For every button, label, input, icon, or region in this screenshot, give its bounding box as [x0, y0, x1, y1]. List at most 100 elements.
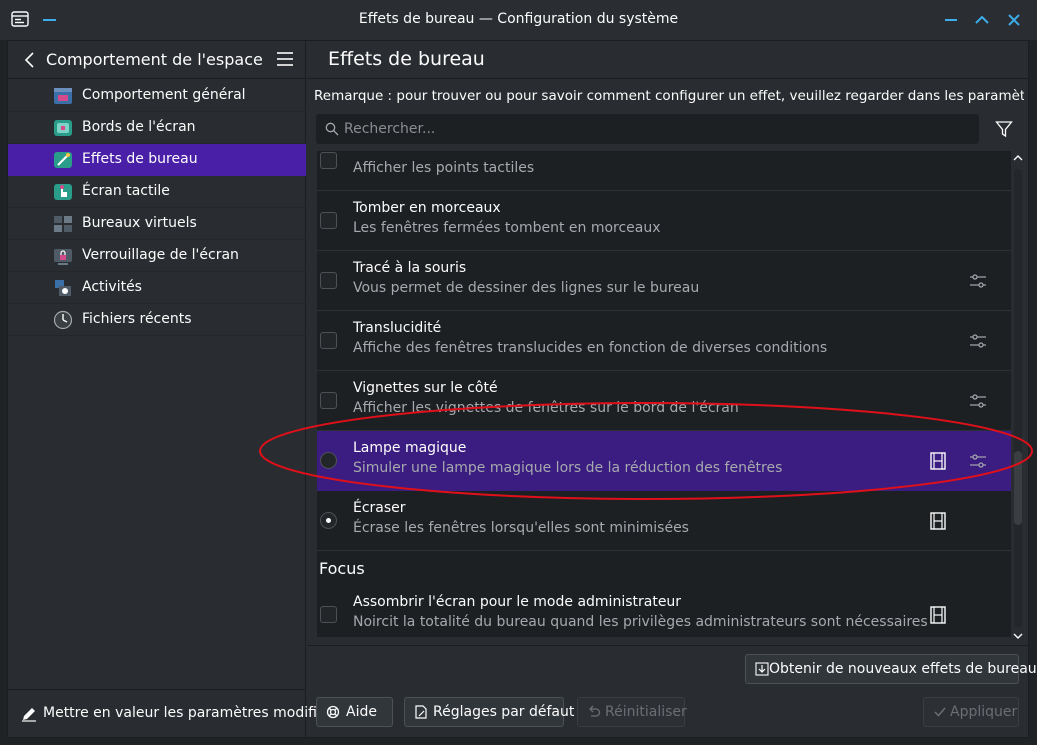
sidebar-item-label: Activités [82, 279, 142, 295]
effect-checkbox[interactable] [320, 272, 337, 289]
get-new-effects-label: Obtenir de nouveaux effets de bureau... [769, 661, 1037, 677]
sidebar-item-touchscreen[interactable]: Écran tactile [8, 176, 306, 208]
search-input[interactable] [344, 119, 964, 139]
effect-checkbox[interactable] [320, 332, 337, 349]
effect-row-translucency[interactable]: Translucidité Affiche des fenêtres trans… [317, 311, 1011, 371]
effect-name: Translucidité [353, 320, 442, 336]
highlight-changed-settings-label: Mettre en valeur les paramètres modifiés [43, 705, 333, 721]
scroll-up-icon[interactable] [1011, 151, 1025, 165]
sidebar-item-label: Bureaux virtuels [82, 215, 197, 231]
maximize-icon[interactable] [972, 10, 992, 30]
sidebar-list: Comportement général Bords de l'écran Ef… [8, 80, 306, 336]
apply-label: Appliquer [950, 704, 1018, 720]
effect-radio[interactable] [320, 512, 337, 529]
desktop-effects-icon [54, 152, 72, 168]
window-title: Effets de bureau — Configuration du syst… [358, 11, 679, 27]
scrollbar-thumb[interactable] [1014, 451, 1022, 525]
checkmark-icon [934, 707, 946, 717]
effect-row-squash[interactable]: Écraser Écrase les fenêtres lorsqu'elles… [317, 491, 1011, 551]
effect-checkbox[interactable] [320, 606, 337, 623]
remark-text: Remarque : pour trouver ou pour savoir c… [314, 88, 1024, 104]
section-header-focus: Focus [317, 551, 1011, 585]
effects-scrollbar[interactable] [1011, 151, 1025, 647]
effect-name: Assombrir l'écran pour le mode administr… [353, 594, 682, 610]
hamburger-menu-icon[interactable] [276, 51, 294, 67]
effect-row-magic-lamp[interactable]: Lampe magique Simuler une lampe magique … [317, 431, 1011, 491]
effect-checkbox[interactable] [320, 212, 337, 229]
sidebar-item-label: Effets de bureau [82, 151, 198, 167]
scrollbar-track[interactable] [1014, 169, 1022, 627]
effect-row-mouse-mark[interactable]: Tracé à la souris Vous permet de dessine… [317, 251, 1011, 311]
touchscreen-icon [54, 184, 72, 200]
effects-list: Afficher les points tactiles Tomber en m… [317, 151, 1011, 637]
reset-button[interactable]: Réinitialiser [577, 697, 687, 727]
configure-icon[interactable] [969, 392, 987, 410]
title-bar: Effets de bureau — Configuration du syst… [0, 0, 1037, 40]
reset-label: Réinitialiser [605, 704, 687, 720]
recent-files-icon [53, 310, 73, 330]
scroll-down-icon[interactable] [1011, 629, 1025, 643]
configure-icon[interactable] [969, 452, 987, 470]
defaults-button[interactable]: Réglages par défaut [404, 697, 574, 727]
sidebar-item-general-behavior[interactable]: Comportement général [8, 80, 306, 112]
undo-icon [589, 705, 601, 717]
sidebar-item-activities[interactable]: Activités [8, 272, 306, 304]
effect-radio[interactable] [320, 452, 337, 469]
sidebar-item-screen-lock[interactable]: Verrouillage de l'écran [8, 240, 306, 272]
effect-row-thumbnail-aside[interactable]: Vignettes sur le côté Afficher les vigne… [317, 371, 1011, 431]
effect-row-dim-screen-admin[interactable]: Assombrir l'écran pour le mode administr… [317, 585, 1011, 637]
get-new-effects-button[interactable]: Obtenir de nouveaux effets de bureau... [745, 654, 1037, 684]
sidebar-header: Comportement de l'espace d... [8, 41, 306, 79]
sidebar-item-label: Comportement général [82, 87, 246, 103]
document-defaults-icon [415, 705, 427, 719]
effect-checkbox[interactable] [320, 152, 337, 169]
defaults-label: Réglages par défaut [433, 704, 575, 720]
help-label: Aide [346, 704, 377, 720]
sidebar-item-label: Bords de l'écran [82, 119, 196, 135]
filter-icon[interactable] [995, 120, 1013, 138]
page-title: Effets de bureau [328, 48, 485, 70]
sidebar-item-label: Verrouillage de l'écran [82, 247, 239, 263]
screen-edges-icon [54, 120, 72, 136]
effect-description: Noircit la totalité du bureau quand les … [353, 614, 928, 630]
main-header: Effets de bureau [307, 41, 1028, 79]
sidebar: Comportement de l'espace d... Comporteme… [8, 41, 333, 737]
download-icon [755, 662, 769, 676]
apply-button[interactable]: Appliquer [923, 697, 1019, 727]
effect-description: Écrase les fenêtres lorsqu'elles sont mi… [353, 520, 689, 536]
sidebar-item-desktop-effects[interactable]: Effets de bureau [8, 144, 306, 176]
settings-window: Comportement de l'espace d... Comporteme… [7, 40, 1037, 738]
sidebar-title: Comportement de l'espace d... [46, 50, 266, 69]
video-icon[interactable] [930, 452, 946, 470]
effect-name: Écraser [353, 500, 406, 516]
effect-name: Lampe magique [353, 440, 467, 456]
effect-name: Tomber en morceaux [353, 200, 501, 216]
divider [307, 645, 1028, 646]
effect-name: Vignettes sur le côté [353, 380, 498, 396]
general-behavior-icon [54, 88, 72, 104]
effect-row-fall-apart[interactable]: Tomber en morceaux Les fenêtres fermées … [317, 191, 1011, 251]
search-box [316, 114, 979, 144]
minimize-icon[interactable] [941, 10, 961, 30]
main-panel: Effets de bureau Remarque : pour trouver… [307, 41, 1037, 737]
help-button[interactable]: Aide [316, 697, 393, 727]
sidebar-item-virtual-desktops[interactable]: Bureaux virtuels [8, 208, 306, 240]
effect-name: Tracé à la souris [353, 260, 467, 276]
sidebar-item-label: Fichiers récents [82, 311, 192, 327]
sidebar-item-recent-files[interactable]: Fichiers récents [8, 304, 306, 336]
close-icon[interactable] [1004, 10, 1024, 30]
configure-icon[interactable] [969, 332, 987, 350]
video-icon[interactable] [930, 512, 946, 530]
effect-description: Vous permet de dessiner des lignes sur l… [353, 280, 700, 296]
highlight-changed-settings-button[interactable]: Mettre en valeur les paramètres modifiés [8, 689, 333, 737]
effect-checkbox[interactable] [320, 392, 337, 409]
screen-lock-icon [54, 249, 72, 265]
virtual-desktops-icon [54, 216, 72, 232]
pencil-icon [22, 708, 36, 722]
effect-row-show-touch-points[interactable]: Afficher les points tactiles [317, 151, 1011, 191]
back-arrow-icon[interactable] [22, 50, 38, 70]
sidebar-item-screen-edges[interactable]: Bords de l'écran [8, 112, 306, 144]
configure-icon[interactable] [969, 272, 987, 290]
effect-description: Afficher les points tactiles [353, 160, 535, 176]
video-icon[interactable] [930, 606, 946, 624]
